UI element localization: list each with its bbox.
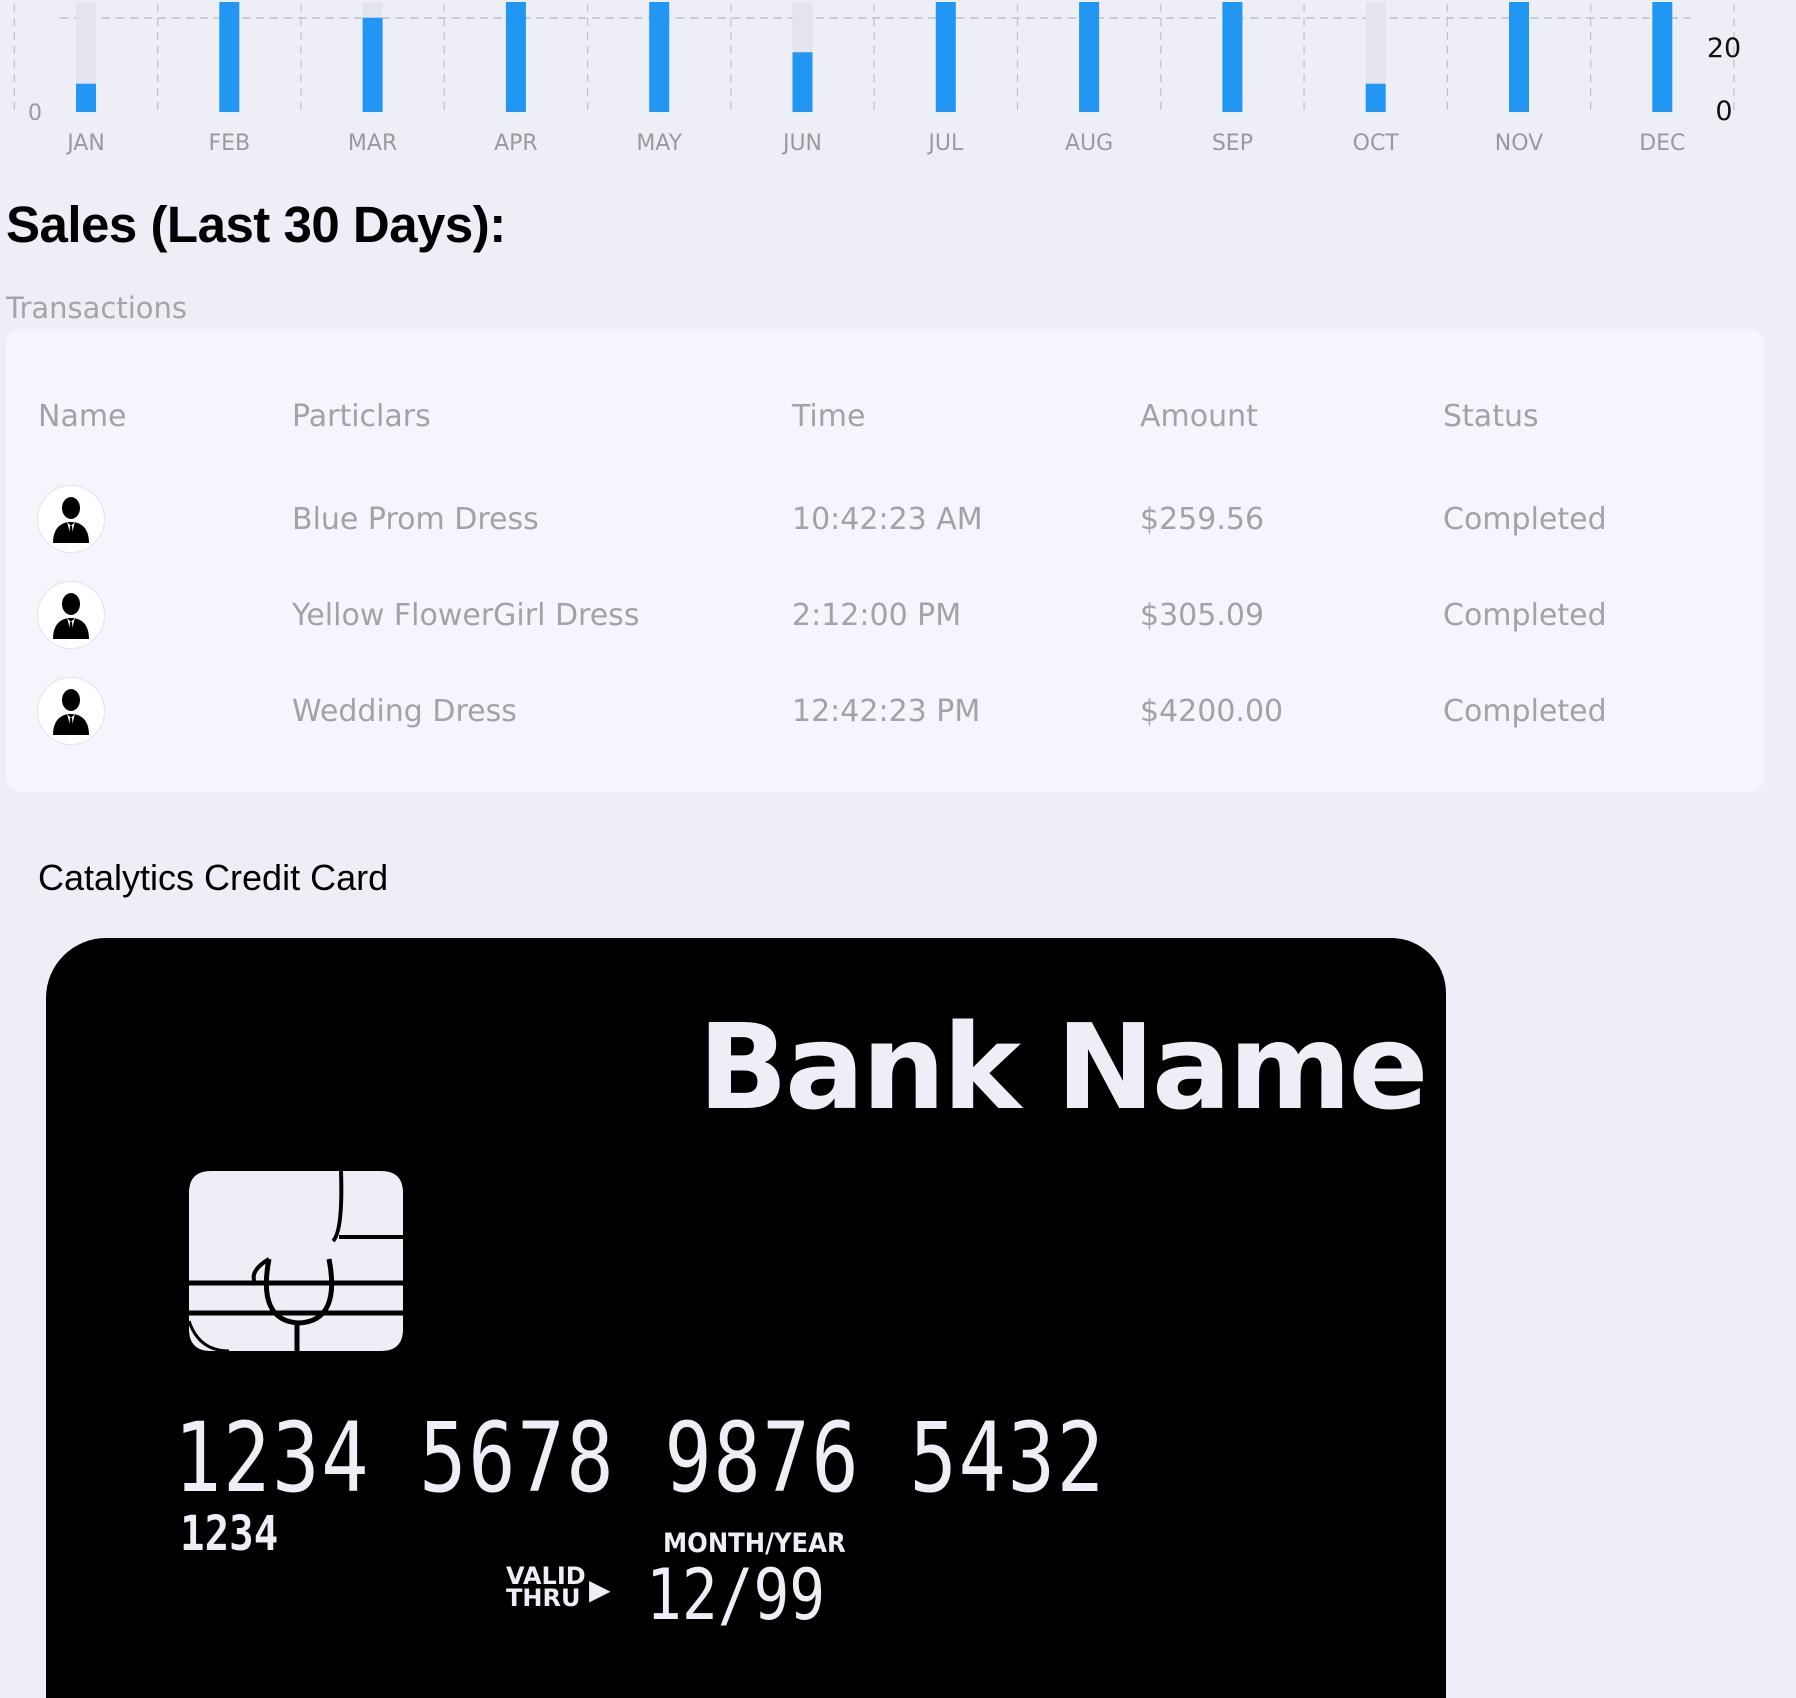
chart-bar [1079,2,1100,112]
chart-bar [219,2,240,112]
chart-x-tick-label: MAR [348,131,397,156]
chart-bar [649,2,670,112]
row-amount: $259.56 [1140,502,1265,537]
chart-bar [792,52,813,112]
chart-x-tick-label: NOV [1495,131,1543,156]
chart-right-y-tick-label: 20 [1707,33,1741,64]
sales-title: Sales (Last 30 Days): [6,196,506,253]
chart-x-tick-label: MAY [636,131,682,156]
chart-bar [1652,2,1673,112]
chart-x-tick-label: JAN [65,131,105,156]
chart-x-tick-label: JUL [926,131,964,156]
chart-bar [362,17,383,112]
chart-bar [76,83,96,112]
row-time: 12:42:23 PM [792,694,981,729]
row-status: Completed [1443,598,1607,633]
row-status: Completed [1443,694,1607,729]
monthly-bar-chart: JAN FEB MAR APR MAY JUN JUL AUG SEP OCT NOV DEC 0 20 0 [0,0,1796,170]
user-avatar-icon [37,581,105,649]
row-amount: $4200.00 [1140,694,1284,729]
user-avatar-icon [37,677,105,745]
column-header-name: Name [38,399,127,434]
play-arrow-icon: ▶ [589,1573,611,1606]
bar-chart-svg: JAN FEB MAR APR MAY JUN JUL AUG SEP OCT NOV DEC 0 20 0 [13,2,1741,156]
column-header-status: Status [1443,399,1539,434]
card-small-number: 1234 [180,1506,279,1562]
card-expiry-label: MONTH/YEAR [663,1528,846,1559]
user-avatar-icon [37,485,105,553]
row-particulars: Wedding Dress [292,694,517,729]
chart-bar [1509,2,1529,112]
chart-x-tick-label: FEB [208,131,250,156]
chart-right-y-tick-label: 0 [1715,96,1732,127]
chart-x-tick-label: AUG [1065,131,1113,156]
transactions-label: Transactions [6,291,188,325]
chart-left-y-tick-label: 0 [28,101,42,126]
chart-x-tick-label: SEP [1212,131,1253,156]
chart-bar [935,2,956,112]
row-status: Completed [1443,502,1607,537]
chart-bar [1365,83,1386,112]
chart-x-tick-label: JUN [781,131,822,156]
chart-bar [505,2,526,112]
row-time: 2:12:00 PM [792,598,962,633]
chart-bar [1222,2,1243,112]
chart-x-tick-label: APR [494,131,538,156]
credit-card-image: Bank Name 1234 5678 9876 5432 1234 MONTH… [46,938,1446,1698]
row-particulars: Yellow FlowerGirl Dress [292,598,640,633]
row-particulars: Blue Prom Dress [292,502,539,537]
credit-card-heading: Catalytics Credit Card [38,857,389,898]
column-header-time: Time [792,399,866,434]
card-number: 1234 5678 9876 5432 [174,1402,1106,1514]
column-header-amount: Amount [1140,399,1258,434]
chart-x-tick-label: OCT [1353,131,1400,156]
row-time: 10:42:23 AM [792,502,983,537]
transactions-table: Name Particlars Time Amount Status Blue … [6,329,1764,792]
card-bank-name: Bank Name [698,998,1428,1136]
row-amount: $305.09 [1140,598,1265,633]
column-header-particulars: Particlars [292,399,431,434]
chart-x-tick-label: DEC [1639,131,1685,156]
card-chip-icon [187,1170,405,1355]
card-expiry-date: 12/99 [646,1554,826,1636]
